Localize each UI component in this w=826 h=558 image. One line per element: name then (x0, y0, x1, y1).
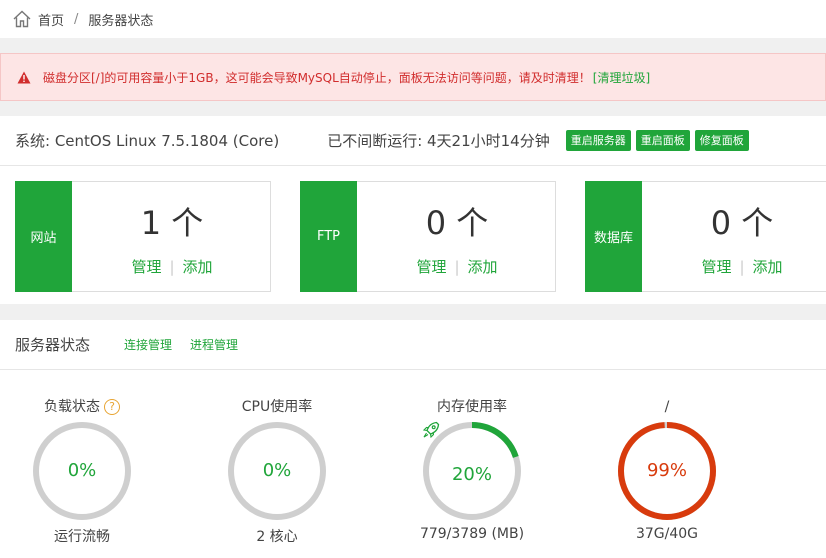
help-icon[interactable]: ? (104, 399, 120, 415)
panel-page: 首页 / 服务器状态 磁盘分区[/]的可用容量小于1GB，这可能会导致MySQL… (0, 0, 826, 558)
breadcrumb-current: 服务器状态 (88, 13, 154, 29)
card-count: 0 个 (710, 204, 774, 242)
gauge-load[interactable]: 负载状态 ? 0% 运行流畅 (27, 396, 137, 546)
card-label: FTP (300, 181, 357, 292)
card-label: 数据库 (585, 181, 642, 292)
alert-message: 磁盘分区[/]的可用容量小于1GB，这可能会导致MySQL自动停止，面板无法访问… (43, 70, 591, 85)
system-panel: 系统: CentOS Linux 7.5.1804 (Core) 已不间断运行:… (0, 116, 826, 304)
gauge-disk-root[interactable]: / 99% 37G/40G (612, 396, 722, 542)
website-add-link[interactable]: 添加 (183, 258, 213, 276)
process-manage-link[interactable]: 进程管理 (190, 336, 238, 353)
ftp-add-link[interactable]: 添加 (468, 258, 498, 276)
gauge-title: / (664, 399, 670, 415)
restart-panel-button[interactable]: 重启面板 (635, 130, 690, 151)
uptime-info: 已不间断运行: 4天21小时14分钟 (327, 132, 550, 150)
gauge-memory[interactable]: 内存使用率 20% 779/3789 (MB) (417, 396, 527, 542)
status-header: 服务器状态 连接管理 进程管理 (0, 320, 826, 370)
status-title: 服务器状态 (15, 336, 91, 354)
ftp-manage-link[interactable]: 管理 (416, 258, 446, 276)
stat-card-website: 网站 1 个 管理 | 添加 (15, 181, 271, 292)
gauge-subtext: 运行流畅 (54, 529, 110, 545)
link-divider: | (739, 258, 745, 276)
clean-junk-link[interactable]: [清理垃圾] (593, 69, 650, 86)
gauge-title: 内存使用率 (437, 399, 507, 415)
gauge-ring: 0% (31, 420, 133, 522)
breadcrumb-separator: / (74, 11, 79, 27)
gauge-title: 负载状态 ? (27, 396, 137, 418)
gauge-percent: 99% (646, 460, 687, 481)
restart-server-button[interactable]: 重启服务器 (565, 130, 631, 151)
gauge-title-text: 负载状态 (44, 399, 100, 415)
gauge-percent: 0% (262, 460, 292, 481)
gauge-subtext: 779/3789 (MB) (419, 526, 525, 542)
breadcrumb-home[interactable]: 首页 (38, 10, 64, 29)
card-label: 网站 (15, 181, 72, 292)
gauge-ring: 20% (421, 420, 523, 522)
database-manage-link[interactable]: 管理 (701, 258, 731, 276)
os-info: 系统: CentOS Linux 7.5.1804 (Core) (15, 132, 280, 150)
repair-panel-button[interactable]: 修复面板 (694, 130, 749, 151)
card-count: 0 个 (425, 204, 489, 242)
card-count: 1 个 (140, 204, 204, 242)
stat-card-ftp: FTP 0 个 管理 | 添加 (300, 181, 556, 292)
gauge-percent: 0% (67, 460, 97, 481)
link-divider: | (169, 258, 175, 276)
gauge-subtext: 2 核心 (256, 529, 298, 545)
website-manage-link[interactable]: 管理 (131, 258, 161, 276)
database-add-link[interactable]: 添加 (753, 258, 783, 276)
gauge-cpu[interactable]: CPU使用率 0% 2 核心 (222, 396, 332, 546)
breadcrumb: 首页 / 服务器状态 (0, 0, 826, 38)
home-icon[interactable] (12, 9, 32, 29)
system-info-row: 系统: CentOS Linux 7.5.1804 (Core) 已不间断运行:… (0, 116, 826, 166)
connection-manage-link[interactable]: 连接管理 (124, 336, 172, 353)
gauge-percent: 20% (451, 464, 492, 485)
disk-warning-alert: 磁盘分区[/]的可用容量小于1GB，这可能会导致MySQL自动停止，面板无法访问… (0, 53, 826, 101)
gauge-ring: 99% (616, 420, 718, 522)
stat-card-database: 数据库 0 个 管理 | 添加 (585, 181, 826, 292)
gauge-subtext: 37G/40G (635, 526, 699, 542)
server-status-panel: 服务器状态 连接管理 进程管理 负载状态 ? 0% 运行流畅 CPU使用率 0%… (0, 320, 826, 558)
link-divider: | (454, 258, 460, 276)
gauge-ring: 0% (226, 420, 328, 522)
warning-icon (17, 71, 31, 83)
gauge-title: CPU使用率 (241, 399, 313, 415)
